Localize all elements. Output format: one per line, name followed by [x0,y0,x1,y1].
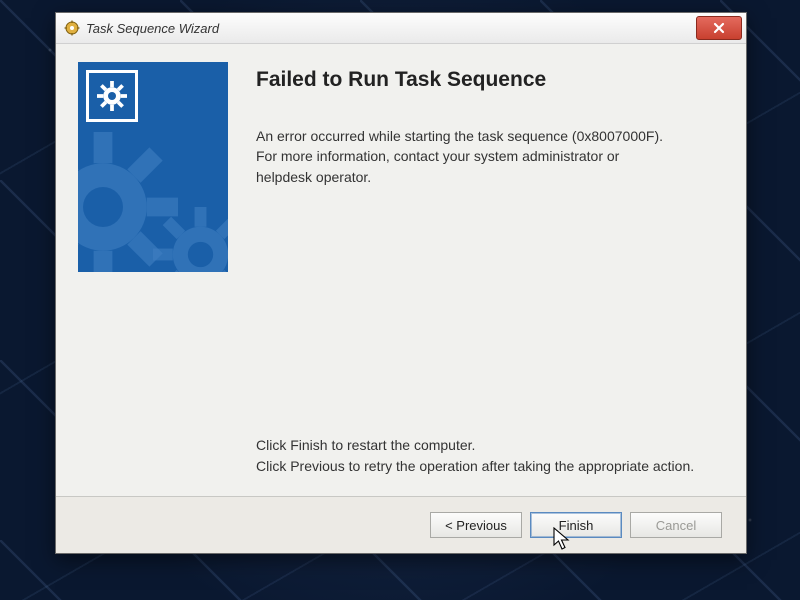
button-bar: < Previous Finish Cancel [56,496,746,553]
instruction-finish: Click Finish to restart the computer. [256,435,716,455]
previous-button[interactable]: < Previous [430,512,522,538]
instruction-text: Click Finish to restart the computer. Cl… [256,435,716,476]
error-heading: Failed to Run Task Sequence [256,68,716,92]
instruction-previous: Click Previous to retry the operation af… [256,456,716,476]
close-button[interactable] [696,16,742,40]
error-message: An error occurred while starting the tas… [256,126,676,187]
gear-icon [153,207,228,272]
content-area: Failed to Run Task Sequence An error occ… [56,44,746,496]
window-title: Task Sequence Wizard [86,21,219,36]
wizard-window: Task Sequence Wizard [55,12,747,554]
titlebar[interactable]: Task Sequence Wizard [56,13,746,44]
gear-box-icon [86,70,138,122]
app-icon [64,20,80,36]
cancel-button[interactable]: Cancel [630,512,722,538]
wizard-banner [78,62,228,272]
finish-button[interactable]: Finish [530,512,622,538]
close-icon [713,22,725,34]
main-panel: Failed to Run Task Sequence An error occ… [256,62,716,486]
window-body: Failed to Run Task Sequence An error occ… [56,44,746,553]
